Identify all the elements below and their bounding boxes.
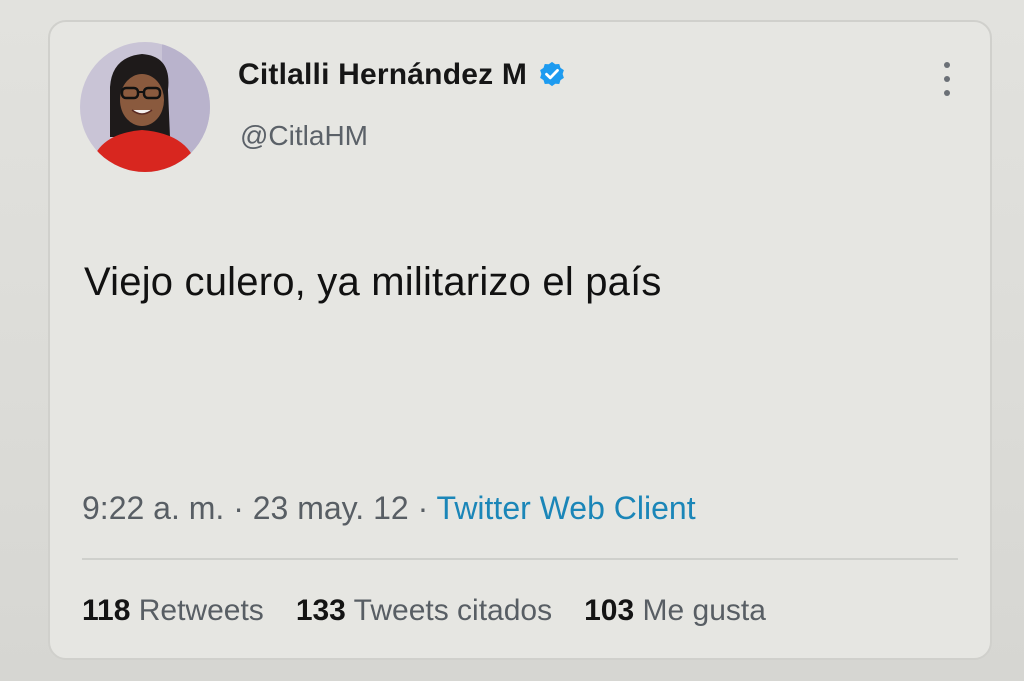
tweet-source-link[interactable]: Twitter Web Client	[437, 490, 696, 526]
author-name-row[interactable]: Citlalli Hernández M	[238, 58, 567, 92]
more-dot	[944, 62, 950, 68]
tweet-card[interactable]: Citlalli Hernández M @CitlaHM Viejo cule…	[48, 20, 992, 660]
retweets-label: Retweets	[138, 594, 264, 627]
tweet-metadata: 9:22 a. m. · 23 may. 12 · Twitter Web Cl…	[82, 490, 696, 527]
more-dot	[944, 90, 950, 96]
quote-tweets-stat[interactable]: 133 Tweets citados	[296, 594, 552, 628]
verified-badge-icon	[537, 60, 567, 90]
likes-label: Me gusta	[642, 594, 766, 627]
likes-count: 103	[584, 594, 635, 627]
retweets-count: 118	[82, 594, 131, 627]
more-options-icon[interactable]	[940, 62, 954, 96]
tweet-text: Viejo culero, ya militarizo el país	[84, 260, 662, 304]
quote-tweets-label: Tweets citados	[353, 594, 553, 627]
meta-separator: ·	[417, 490, 429, 526]
more-dot	[944, 76, 950, 82]
display-name[interactable]: Citlalli Hernández M	[238, 58, 527, 92]
likes-stat[interactable]: 103 Me gusta	[584, 594, 766, 628]
avatar[interactable]	[80, 42, 210, 172]
user-handle[interactable]: @CitlaHM	[240, 120, 368, 152]
meta-separator: ·	[233, 490, 244, 526]
divider	[82, 558, 958, 560]
profile-photo-icon	[80, 42, 210, 172]
tweet-time[interactable]: 9:22 a. m.	[82, 490, 224, 526]
quote-tweets-count: 133	[295, 594, 346, 627]
engagement-stats: 118 Retweets 133 Tweets citados 103 Me g…	[82, 594, 766, 628]
tweet-date[interactable]: 23 may. 12	[253, 490, 409, 526]
retweets-stat[interactable]: 118 Retweets	[82, 594, 264, 628]
